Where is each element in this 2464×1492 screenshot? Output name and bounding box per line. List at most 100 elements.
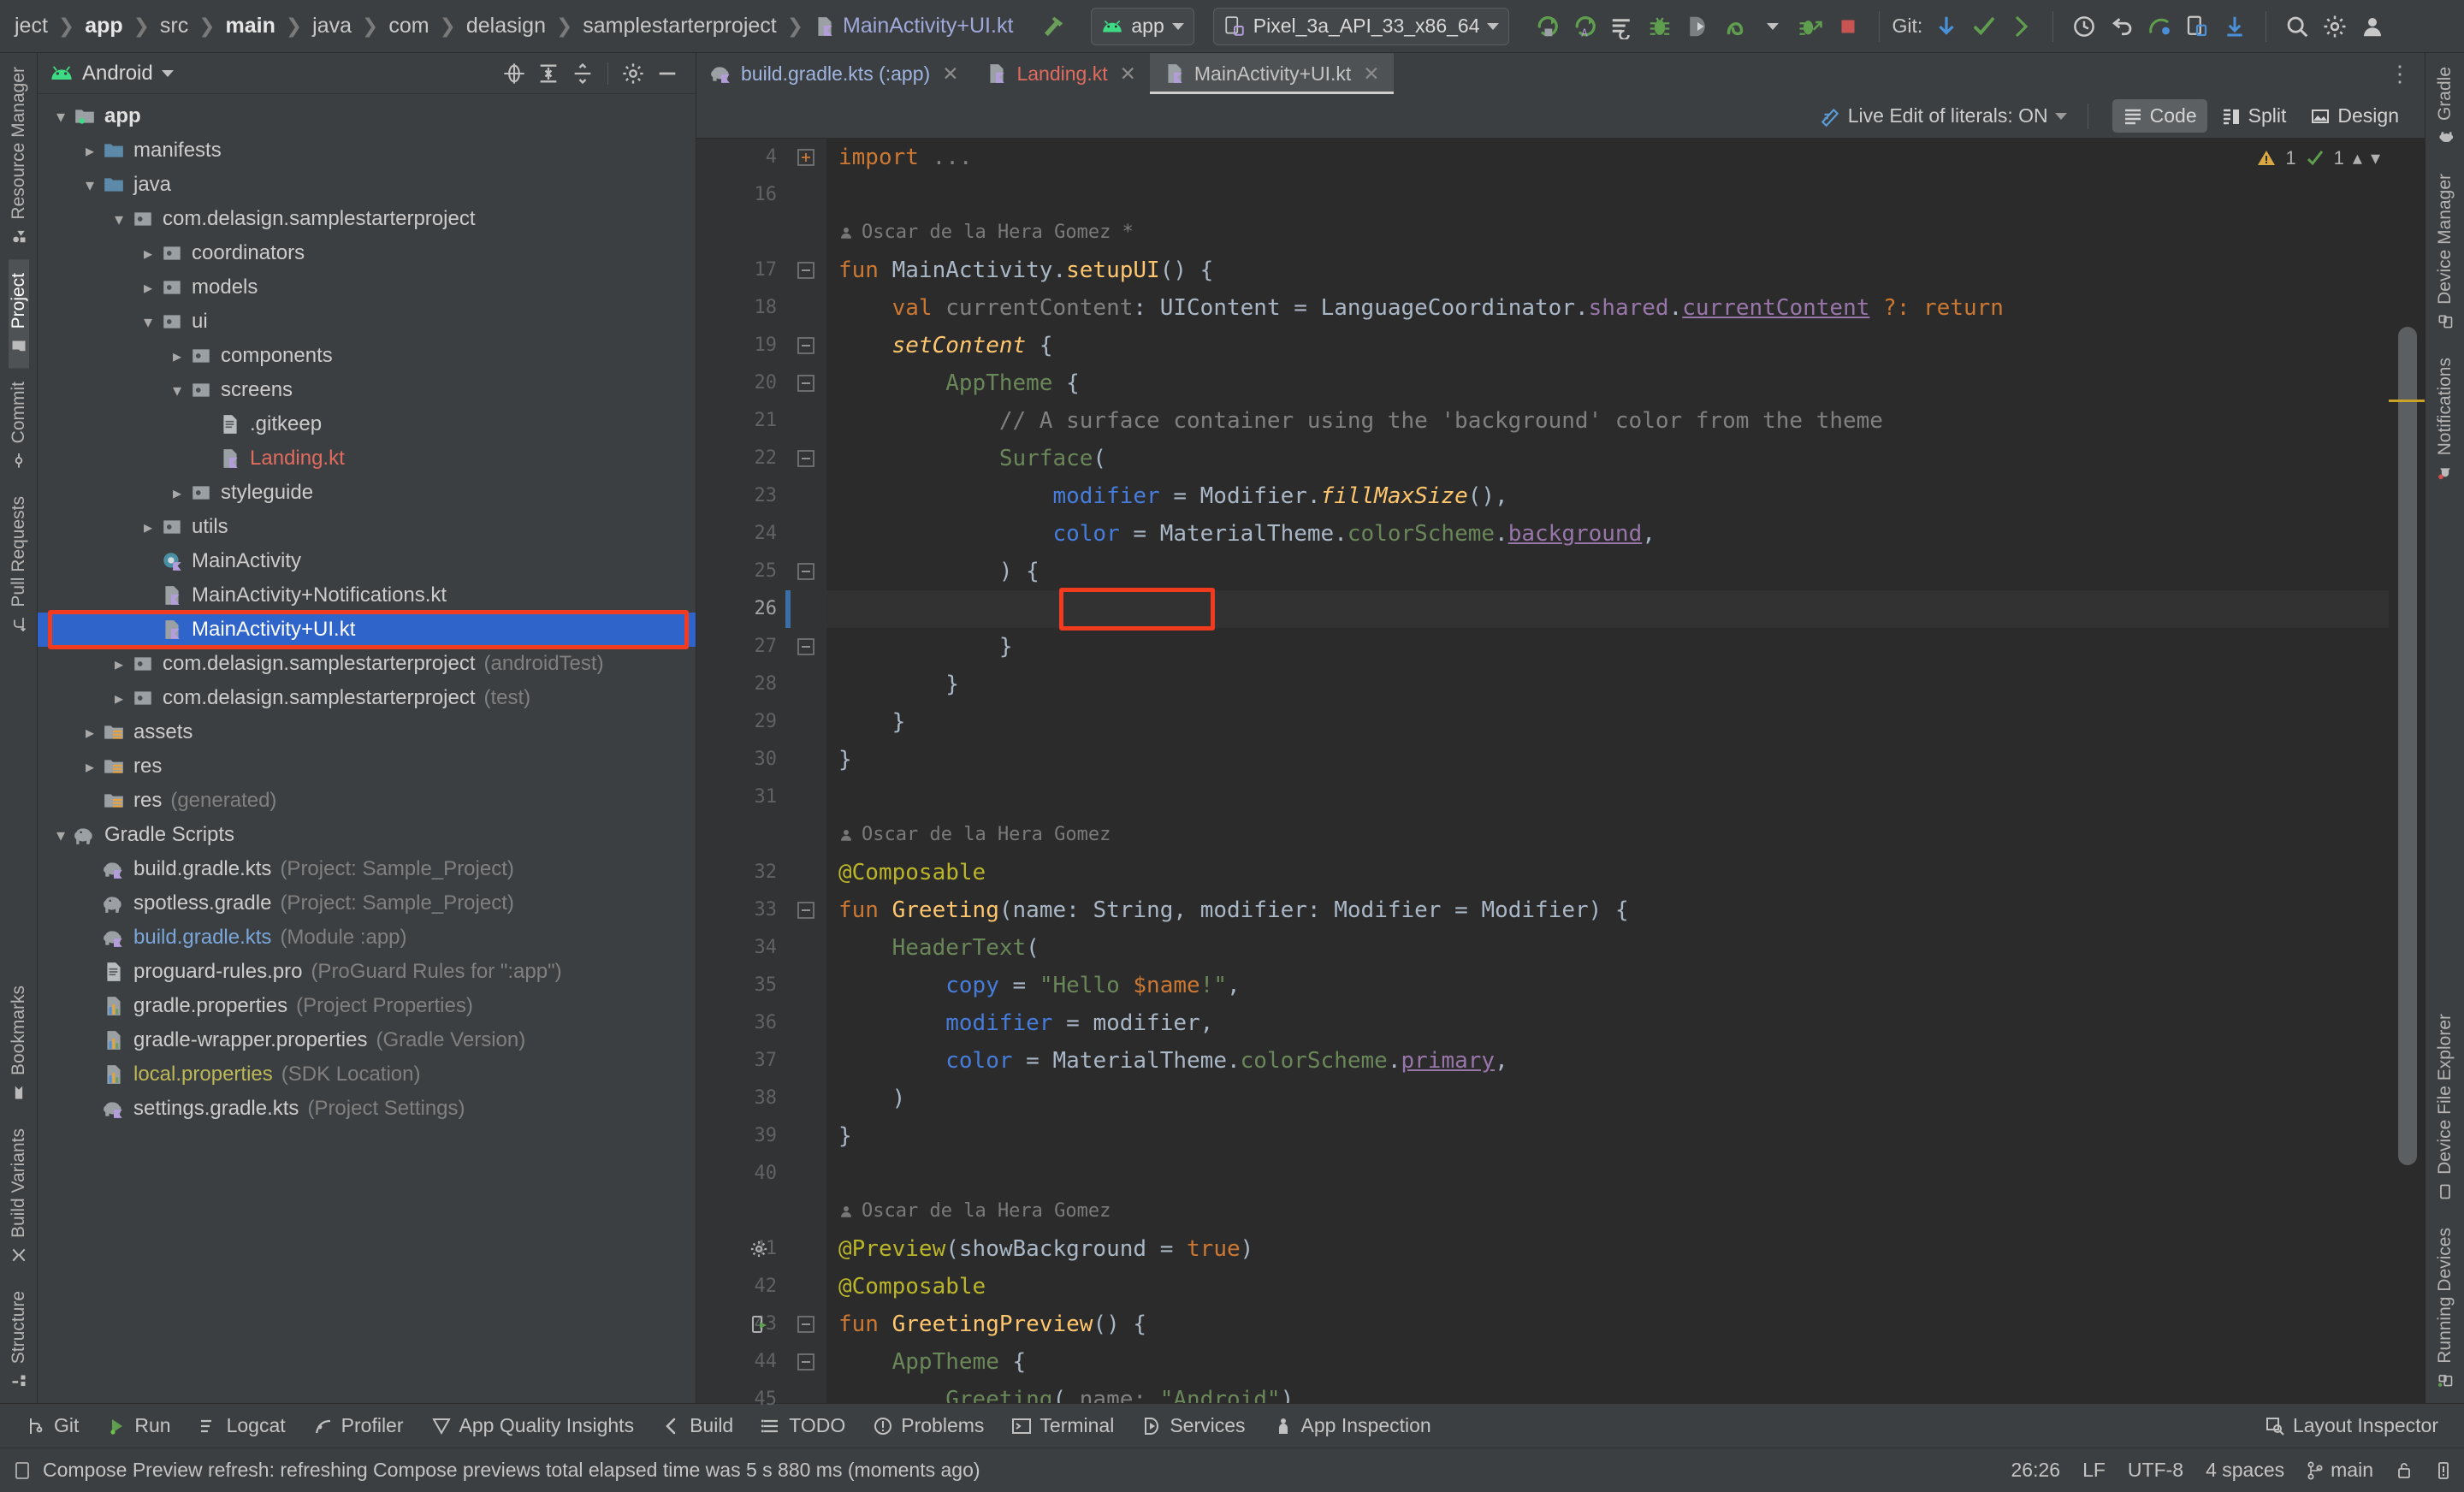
git-commit-icon[interactable] bbox=[1965, 8, 2003, 45]
build-hammer-icon[interactable] bbox=[1034, 8, 1072, 45]
indent-setting[interactable]: 4 spaces bbox=[2206, 1459, 2284, 1482]
code-line[interactable]: } bbox=[826, 1117, 2389, 1155]
editor-tab[interactable]: build.gradle.kts (:app) ✕ bbox=[696, 53, 972, 94]
bottom-tool-git[interactable]: Git bbox=[12, 1408, 92, 1444]
bottom-tool-services[interactable]: Services bbox=[1128, 1408, 1259, 1444]
account-icon[interactable] bbox=[2354, 8, 2391, 45]
bottom-tool-problems[interactable]: Problems bbox=[859, 1408, 998, 1444]
device-selector[interactable]: Pixel_3a_API_33_x86_64 bbox=[1212, 7, 1510, 45]
tree-expand-arrow[interactable]: ▾ bbox=[50, 106, 72, 127]
tree-row[interactable]: Landing.kt bbox=[38, 441, 696, 476]
code-line[interactable] bbox=[826, 176, 2389, 214]
tree-expand-arrow[interactable]: ▸ bbox=[108, 688, 130, 709]
layout-inspector-button[interactable]: Layout Inspector bbox=[2251, 1408, 2452, 1444]
bottom-tool-logcat[interactable]: Logcat bbox=[185, 1408, 299, 1444]
code-line[interactable]: fun Greeting(name: String, modifier: Mod… bbox=[826, 891, 2389, 929]
editor-tab[interactable]: MainActivity+UI.kt ✕ bbox=[1149, 53, 1394, 94]
rail-item-build-variants[interactable]: Build Variants bbox=[9, 1115, 29, 1277]
breadcrumb-current-file[interactable]: MainActivity+UI.kt bbox=[811, 14, 1016, 38]
breadcrumb-item[interactable]: com bbox=[386, 14, 431, 38]
tree-row[interactable]: local.properties (SDK Location) bbox=[38, 1057, 696, 1092]
fold-expand-icon[interactable] bbox=[797, 149, 814, 166]
git-branch[interactable]: main bbox=[2307, 1459, 2373, 1482]
inspect-icon[interactable] bbox=[1716, 8, 1754, 45]
code-line[interactable]: } bbox=[826, 703, 2389, 741]
tree-row[interactable]: ▸ utils bbox=[38, 510, 696, 544]
bottom-tool-run[interactable]: Run bbox=[92, 1408, 184, 1444]
chevron-down-icon[interactable] bbox=[1754, 8, 1792, 45]
code-line[interactable]: HeaderText( bbox=[826, 929, 2389, 967]
rail-item-gradle[interactable]: Gradle bbox=[2435, 53, 2455, 160]
rerun-icon[interactable]: A bbox=[1566, 8, 1603, 45]
tree-row[interactable]: proguard-rules.pro (ProGuard Rules for ":… bbox=[38, 955, 696, 989]
tree-expand-arrow[interactable]: ▾ bbox=[137, 311, 159, 333]
inspection-summary[interactable]: 1 1 ▴ ▾ bbox=[2256, 147, 2380, 169]
fold-collapse-icon[interactable] bbox=[797, 1353, 814, 1371]
tree-expand-arrow[interactable]: ▾ bbox=[79, 175, 101, 196]
tree-row[interactable]: gradle-wrapper.properties (Gradle Version… bbox=[38, 1023, 696, 1057]
attach-debugger-icon[interactable] bbox=[1792, 8, 1829, 45]
code-line[interactable]: val currentContent: UIContent = Language… bbox=[826, 289, 2389, 327]
tree-row[interactable]: settings.gradle.kts (Project Settings) bbox=[38, 1092, 696, 1126]
view-mode-code[interactable]: Code bbox=[2112, 99, 2207, 133]
tree-row[interactable]: ▾ screens bbox=[38, 373, 696, 407]
fold-collapse-icon[interactable] bbox=[797, 375, 814, 392]
fold-collapse-icon[interactable] bbox=[797, 902, 814, 919]
tree-row[interactable]: MainActivity bbox=[38, 544, 696, 578]
tree-row[interactable]: MainActivity+Notifications.kt bbox=[38, 578, 696, 613]
breadcrumb-item[interactable]: java bbox=[310, 14, 354, 38]
fold-collapse-icon[interactable] bbox=[797, 337, 814, 354]
close-icon[interactable]: ✕ bbox=[942, 62, 958, 86]
fold-collapse-icon[interactable] bbox=[797, 450, 814, 467]
chevron-up-icon[interactable]: ▴ bbox=[2353, 147, 2362, 169]
code-line[interactable]: AppTheme { bbox=[826, 1343, 2389, 1381]
tabs-overflow-icon[interactable]: ⋮ bbox=[2389, 53, 2425, 94]
fold-collapse-icon[interactable] bbox=[797, 1316, 814, 1333]
rail-item-device-manager[interactable]: Device Manager bbox=[2435, 160, 2455, 344]
tree-expand-arrow[interactable]: ▸ bbox=[166, 483, 188, 504]
bottom-tool-app-inspection[interactable]: App Inspection bbox=[1259, 1408, 1445, 1444]
settings-icon[interactable] bbox=[2316, 8, 2354, 45]
code-folding-column[interactable] bbox=[750, 139, 826, 1403]
tree-expand-arrow[interactable]: ▸ bbox=[79, 756, 101, 778]
git-push-icon[interactable] bbox=[2003, 8, 2040, 45]
chevron-down-icon[interactable]: ▾ bbox=[2371, 147, 2380, 169]
tree-row[interactable]: ▸ coordinators bbox=[38, 236, 696, 270]
history-icon[interactable] bbox=[2065, 8, 2103, 45]
expand-all-icon[interactable] bbox=[532, 57, 565, 90]
file-encoding[interactable]: UTF-8 bbox=[2128, 1459, 2183, 1482]
chevron-down-icon[interactable] bbox=[161, 69, 174, 77]
git-update-icon[interactable] bbox=[1928, 8, 1965, 45]
tree-row[interactable]: ▸ com.delasign.samplestarterproject (andro… bbox=[38, 647, 696, 681]
tree-row[interactable]: ▸ components bbox=[38, 339, 696, 373]
code-line[interactable]: Surface( bbox=[826, 440, 2389, 477]
rail-item-bookmarks[interactable]: Bookmarks bbox=[9, 972, 29, 1115]
tree-expand-arrow[interactable]: ▾ bbox=[166, 380, 188, 401]
code-line[interactable]: modifier = Modifier.fillMaxSize(), bbox=[826, 477, 2389, 515]
rail-item-structure[interactable]: Structure bbox=[9, 1277, 29, 1403]
code-line[interactable]: fun GreetingPreview() { bbox=[826, 1306, 2389, 1343]
code-line[interactable]: ) bbox=[826, 1080, 2389, 1117]
breadcrumb-item[interactable]: main bbox=[223, 14, 278, 38]
tree-expand-arrow[interactable]: ▸ bbox=[166, 346, 188, 367]
tree-expand-arrow[interactable]: ▸ bbox=[137, 243, 159, 264]
code-line[interactable]: } bbox=[826, 741, 2389, 779]
code-line[interactable]: } bbox=[826, 666, 2389, 703]
tree-row[interactable]: build.gradle.kts (Project: Sample_Project… bbox=[38, 852, 696, 886]
device-manager-icon[interactable] bbox=[2178, 8, 2216, 45]
rail-item-notifications[interactable]: Notifications bbox=[2435, 344, 2455, 494]
run-configuration-selector[interactable]: app bbox=[1091, 7, 1194, 45]
tree-expand-arrow[interactable]: ▸ bbox=[108, 654, 130, 675]
breadcrumb[interactable]: ject ❯ app ❯ src ❯ main ❯ java ❯ com ❯ delasign ❯ samp… bbox=[12, 14, 1016, 38]
code-line[interactable]: @Composable bbox=[826, 1268, 2389, 1306]
close-icon[interactable]: ✕ bbox=[1120, 62, 1136, 86]
code-line[interactable] bbox=[826, 779, 2389, 816]
rail-item-running-devices[interactable]: Running Devices bbox=[2435, 1214, 2455, 1403]
tree-row[interactable]: ▾ app bbox=[38, 99, 696, 133]
close-icon[interactable]: ✕ bbox=[1363, 62, 1379, 86]
tree-row[interactable]: spotless.gradle (Project: Sample_Project) bbox=[38, 886, 696, 921]
debug-icon[interactable] bbox=[1641, 8, 1679, 45]
code-line[interactable]: } bbox=[826, 628, 2389, 666]
code-line[interactable]: color = MaterialTheme.colorScheme.backgr… bbox=[826, 515, 2389, 553]
view-mode-design[interactable]: Design bbox=[2300, 99, 2409, 133]
